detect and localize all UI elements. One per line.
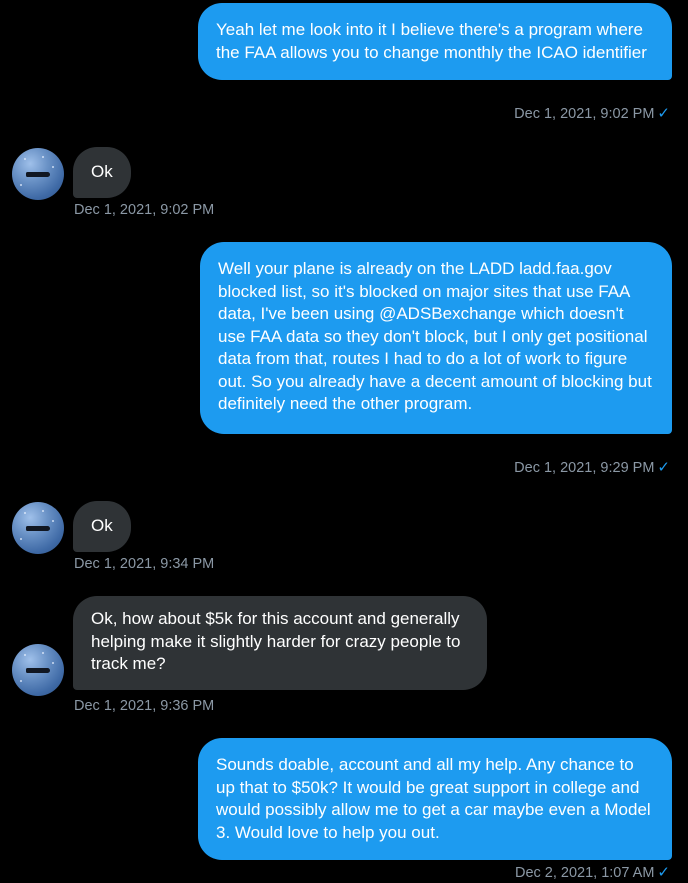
message-bubble-outgoing[interactable]: Sounds doable, account and all my help. …: [198, 738, 672, 860]
star-decoration: [42, 156, 44, 158]
plane-icon: [26, 668, 50, 673]
star-decoration: [20, 184, 22, 186]
message-bubble-incoming[interactable]: Ok: [73, 147, 131, 198]
star-decoration: [24, 654, 26, 656]
star-decoration: [42, 652, 44, 654]
plane-icon: [26, 526, 50, 531]
message-timestamp: Dec 1, 2021, 9:02 PM ✓: [514, 105, 670, 123]
timestamp-text: Dec 2, 2021, 1:07 AM: [514, 865, 655, 881]
avatar[interactable]: [12, 148, 64, 200]
message-bubble-outgoing[interactable]: Well your plane is already on the LADD l…: [200, 242, 672, 434]
message-timestamp: Dec 2, 2021, 1:07 AM ✓: [515, 864, 670, 882]
star-decoration: [52, 166, 54, 168]
avatar[interactable]: [12, 644, 64, 696]
checkmark-icon: ✓: [657, 105, 670, 122]
checkmark-icon: ✓: [657, 459, 670, 476]
star-decoration: [52, 520, 54, 522]
timestamp-text: Dec 1, 2021, 9:29 PM: [514, 460, 655, 476]
star-decoration: [20, 680, 22, 682]
message-timestamp: Dec 1, 2021, 9:36 PM: [74, 698, 215, 714]
star-decoration: [42, 510, 44, 512]
message-timestamp: Dec 1, 2021, 9:29 PM ✓: [514, 459, 670, 477]
timestamp-text: Dec 1, 2021, 9:02 PM: [514, 106, 655, 122]
message-timestamp: Dec 1, 2021, 9:34 PM: [74, 556, 215, 572]
star-decoration: [24, 512, 26, 514]
avatar[interactable]: [12, 502, 64, 554]
star-decoration: [20, 538, 22, 540]
message-bubble-incoming[interactable]: Ok: [73, 501, 131, 552]
plane-icon: [26, 172, 50, 177]
checkmark-icon: ✓: [657, 864, 670, 881]
star-decoration: [24, 158, 26, 160]
message-bubble-outgoing[interactable]: Yeah let me look into it I believe there…: [198, 3, 672, 80]
message-timestamp: Dec 1, 2021, 9:02 PM: [74, 202, 215, 218]
star-decoration: [52, 662, 54, 664]
message-bubble-incoming[interactable]: Ok, how about $5k for this account and g…: [73, 596, 487, 690]
